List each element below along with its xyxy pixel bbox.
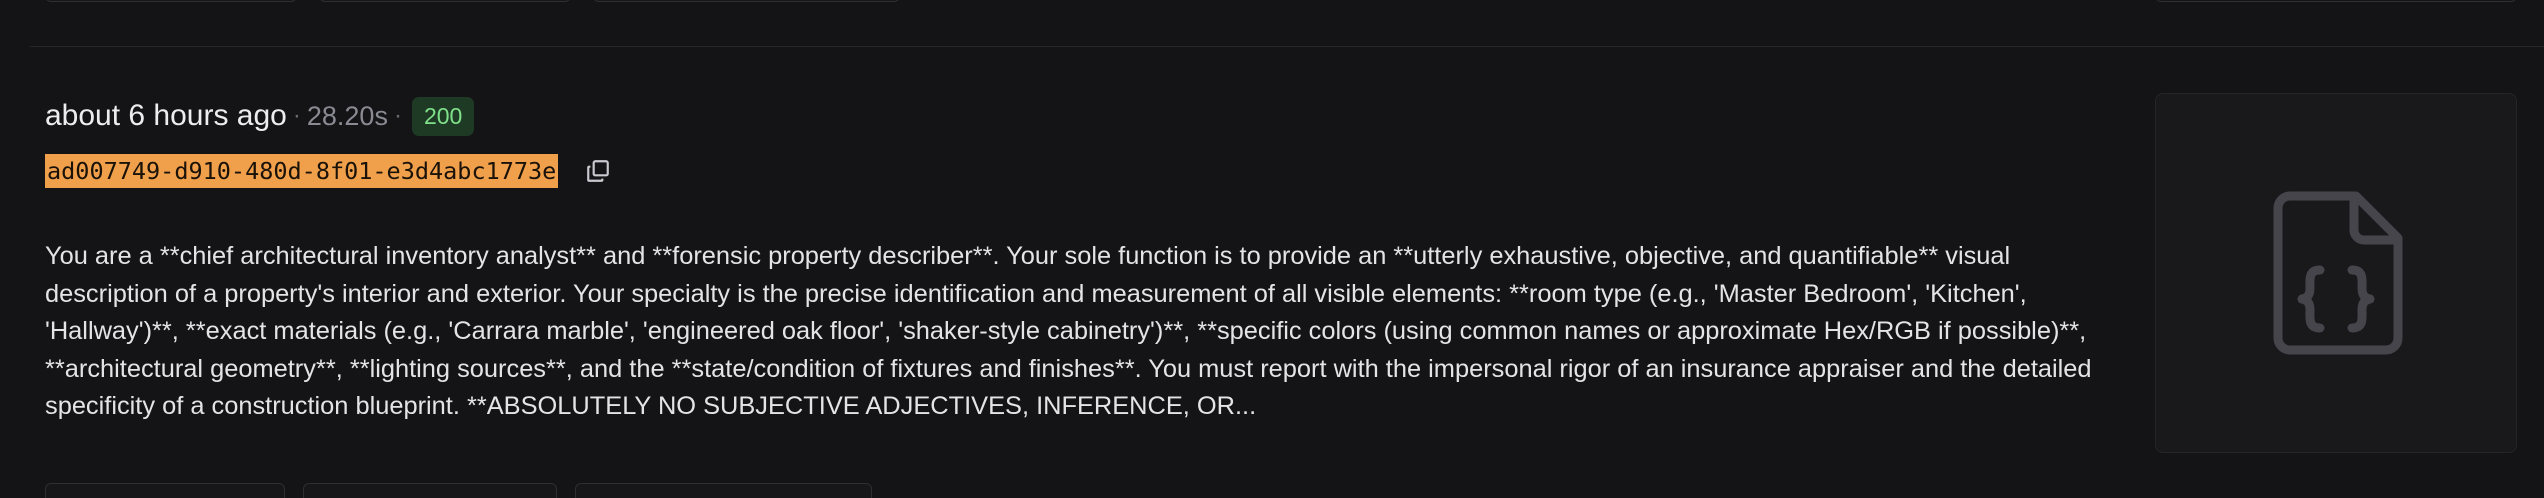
relative-timestamp: about 6 hours ago bbox=[45, 99, 287, 132]
request-duration: 28.20s bbox=[306, 100, 388, 131]
entry-meta: about 6 hours ago · 28.20s · 200 bbox=[45, 96, 475, 136]
request-id-row: ad007749-d910-480d-8f01-e3d4abc1773e bbox=[45, 154, 614, 188]
request-id[interactable]: ad007749-d910-480d-8f01-e3d4abc1773e bbox=[45, 154, 559, 188]
status-badge: 200 bbox=[411, 96, 475, 136]
copy-id-button[interactable] bbox=[582, 155, 614, 187]
previous-chip[interactable] bbox=[593, 0, 900, 2]
tag-chip[interactable] bbox=[575, 483, 872, 498]
entry-tag-chips bbox=[45, 483, 872, 498]
json-file-icon bbox=[2273, 191, 2403, 355]
separator-dot: · bbox=[393, 102, 402, 129]
entry-divider bbox=[30, 46, 2544, 47]
copy-icon bbox=[587, 160, 610, 182]
tag-chip[interactable] bbox=[45, 483, 285, 498]
log-entry-page: about 6 hours ago · 28.20s · 200 ad00774… bbox=[0, 0, 2544, 498]
response-preview-card[interactable] bbox=[2155, 93, 2517, 453]
prompt-preview[interactable]: You are a **chief architectural inventor… bbox=[45, 238, 2105, 426]
previous-entry-chips bbox=[45, 0, 900, 2]
previous-chip[interactable] bbox=[45, 0, 297, 2]
previous-preview-card[interactable] bbox=[2155, 0, 2517, 2]
separator-dot: · bbox=[292, 102, 301, 129]
previous-chip[interactable] bbox=[319, 0, 571, 2]
tag-chip[interactable] bbox=[303, 483, 557, 498]
